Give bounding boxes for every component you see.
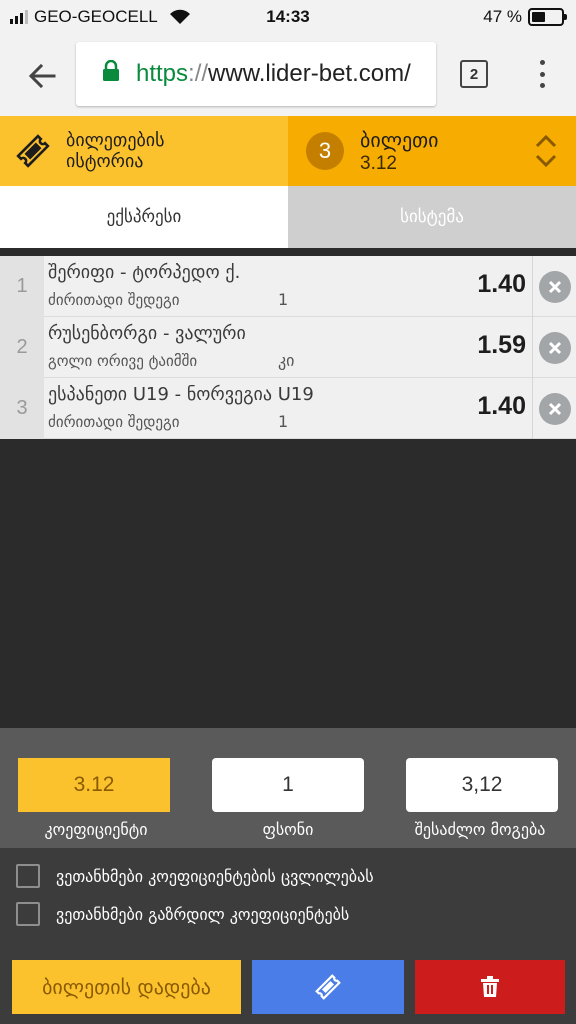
expand-collapse-icon[interactable] [534, 132, 558, 170]
url-separator: :// [188, 60, 209, 87]
bet-odd: 1.40 [477, 392, 526, 420]
bet-event: ესპანეთი U19 - ნორვეგია U19 [48, 384, 314, 405]
tab-switcher-button[interactable]: 2 [460, 60, 488, 88]
ticket-count-badge: 3 [306, 132, 344, 170]
bet-event: რუსენბორგი - ვალური [48, 323, 246, 344]
status-right: 47 % [483, 7, 567, 27]
accept-raised-odds-label: ვეთანხმები გაზრდილ კოეფიციენტებს [56, 904, 350, 924]
tab-system[interactable]: სისტემა [288, 186, 576, 248]
battery-icon [528, 8, 567, 26]
stake-input[interactable]: 1 [212, 758, 364, 812]
bet-event: შერიფი - ტორპედო ქ. [48, 262, 241, 283]
bet-odd: 1.59 [477, 331, 526, 359]
bet-number: 2 [0, 317, 44, 378]
bet-number: 1 [0, 256, 44, 317]
save-ticket-button[interactable] [252, 960, 404, 1014]
possible-win-label: შესაძლო მოგება [414, 820, 546, 839]
ticket-icon [315, 974, 341, 1000]
bet-pick: 1 [278, 290, 289, 309]
stake-label: ფსონი [262, 820, 314, 839]
bet-row: 3 ესპანეთი U19 - ნორვეგია U19 ძირითადი შ… [0, 378, 576, 439]
ticket-icon [16, 134, 50, 168]
current-ticket-tab[interactable]: 3 ბილეთი 3.12 [288, 116, 576, 186]
accept-odds-change-option[interactable]: ვეთანხმები კოეფიციენტების ცვლილებას [16, 864, 374, 888]
remove-bet-button[interactable] [532, 378, 576, 439]
bet-pick: კი [278, 351, 295, 370]
remove-bet-button[interactable] [532, 317, 576, 378]
ticket-total-odds: 3.12 [360, 153, 397, 174]
close-icon [538, 392, 571, 425]
betslip-header: ბილეთების ისტორია 3 ბილეთი 3.12 [0, 116, 576, 186]
arrow-left-icon [28, 63, 56, 89]
accept-odds-change-label: ვეთანხმები კოეფიციენტების ცვლილებას [56, 866, 374, 886]
bet-market: ძირითადი შედეგი [48, 291, 180, 309]
ticket-history-button[interactable]: ბილეთების ისტორია [0, 116, 288, 186]
coefficient-label: კოეფიციენტი [44, 820, 148, 839]
lock-icon [102, 59, 120, 89]
bet-row: 2 რუსენბორგი - ვალური გოლი ორივე ტაიმში … [0, 317, 576, 378]
stake-panel: 3.12 1 3,12 კოეფიციენტი ფსონი შესაძლო მო… [0, 728, 576, 848]
accept-raised-odds-option[interactable]: ვეთანხმები გაზრდილ კოეფიციენტებს [16, 902, 349, 926]
bet-row: 1 შერიფი - ტორპედო ქ. ძირითადი შედეგი 1 … [0, 256, 576, 317]
total-coefficient-field: 3.12 [18, 758, 170, 812]
battery-percent: 47 % [483, 7, 522, 26]
accept-raised-odds-checkbox[interactable] [16, 902, 40, 926]
ticket-title: ბილეთი [360, 128, 439, 152]
browser-toolbar: https://www.lider-bet.com/ 2 [0, 34, 576, 116]
back-button[interactable] [22, 56, 62, 96]
acceptance-options: ვეთანხმები კოეფიციენტების ცვლილებას ვეთა… [0, 848, 576, 948]
ticket-history-label: ბილეთების ისტორია [66, 130, 165, 172]
action-bar: ბილეთის დადება [0, 948, 576, 1024]
clear-ticket-button[interactable] [415, 960, 565, 1014]
bet-pick: 1 [278, 412, 289, 431]
place-bet-button[interactable]: ბილეთის დადება [12, 960, 241, 1014]
close-icon [538, 270, 571, 303]
accept-odds-change-checkbox[interactable] [16, 864, 40, 888]
bet-market: გოლი ორივე ტაიმში [48, 352, 198, 370]
close-icon [538, 331, 571, 364]
remove-bet-button[interactable] [532, 256, 576, 317]
url-scheme: https [136, 60, 189, 87]
bet-type-tabs: ექსპრესი სისტემა [0, 186, 576, 248]
overflow-menu-icon[interactable] [532, 58, 552, 90]
bet-list: 1 შერიფი - ტორპედო ქ. ძირითადი შედეგი 1 … [0, 256, 576, 439]
trash-icon [481, 976, 499, 997]
url-bar[interactable]: https://www.lider-bet.com/ [76, 42, 436, 106]
url-host: www.lider-bet.com/ [208, 60, 411, 87]
tab-express[interactable]: ექსპრესი [0, 186, 288, 248]
bet-number: 3 [0, 378, 44, 439]
bet-market: ძირითადი შედეგი [48, 413, 180, 431]
battery-fill [532, 12, 546, 22]
possible-win-field: 3,12 [406, 758, 558, 812]
status-bar: GEO-GEOCELL 14:33 47 % [0, 0, 576, 34]
bet-odd: 1.40 [477, 270, 526, 298]
